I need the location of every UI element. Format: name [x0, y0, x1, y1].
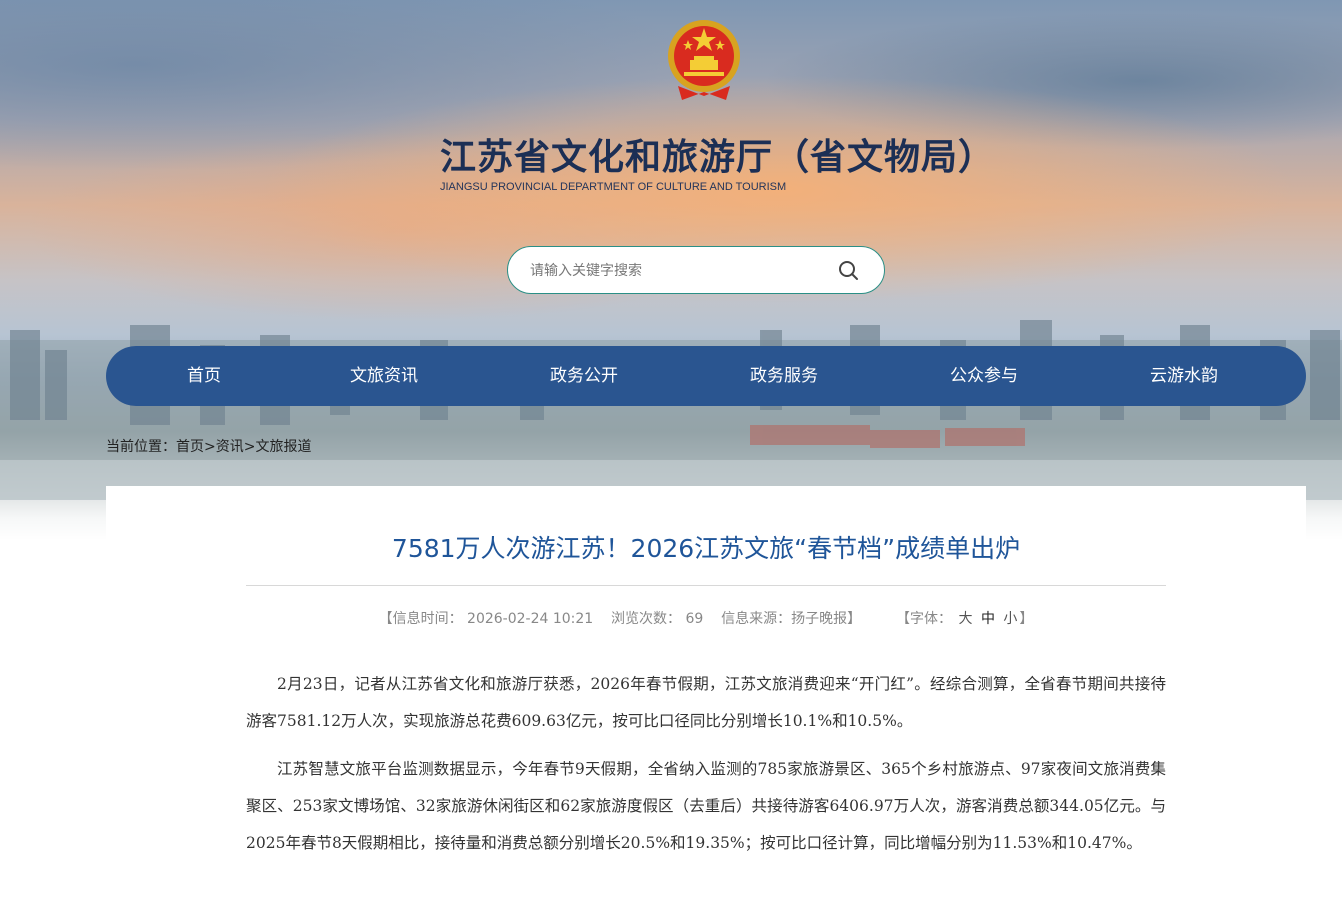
meta-font-label: 【字体： — [896, 611, 953, 627]
search-icon — [839, 261, 858, 280]
breadcrumb-tourism-reports[interactable]: 文旅报道 — [255, 439, 311, 455]
meta-views-label: 浏览次数： — [611, 611, 682, 627]
title-divider — [246, 585, 1166, 586]
meta-source-value: 扬子晚报 — [791, 611, 848, 627]
font-size-medium-button[interactable]: 中 — [981, 611, 995, 627]
site-title: 江苏省文化和旅游厅（省文物局） — [440, 137, 996, 178]
nav-item-government-affairs-open[interactable]: 政务公开 — [514, 364, 654, 388]
breadcrumb-separator: > — [243, 439, 256, 455]
nav-item-cloud-tour[interactable]: 云游水韵 — [1114, 364, 1254, 388]
nav-item-public-participation[interactable]: 公众参与 — [914, 364, 1054, 388]
article-paragraph: 江苏智慧文旅平台监测数据显示，今年春节9天假期，全省纳入监测的785家旅游景区、… — [246, 760, 1166, 852]
nav-item-culture-tourism-news[interactable]: 文旅资讯 — [314, 364, 454, 388]
meta-views-value: 69 — [685, 611, 704, 627]
meta-time-value: 2026-02-24 10:21 — [467, 611, 594, 627]
site-subtitle: JIANGSU PROVINCIAL DEPARTMENT OF CULTURE… — [440, 181, 787, 193]
article-title: 7581万人次游江苏！2026江苏文旅“春节档”成绩单出炉 — [391, 534, 1021, 563]
search-input[interactable] — [528, 256, 832, 286]
main-nav: 首页 文旅资讯 政务公开 政务服务 公众参与 云游水韵 — [106, 346, 1306, 406]
breadcrumb-prefix: 当前位置： — [106, 439, 176, 455]
breadcrumb-news[interactable]: 资讯 — [216, 439, 244, 455]
national-emblem-icon — [668, 20, 740, 100]
meta-source-label: 信息来源： — [721, 611, 792, 627]
font-size-large-button[interactable]: 大 — [958, 611, 972, 627]
font-size-small-button[interactable]: 小 — [1003, 611, 1017, 627]
breadcrumb-separator: > — [204, 439, 216, 455]
breadcrumb: 当前位置：首页>资讯>文旅报道 — [106, 436, 311, 456]
header-banner: 江苏省文化和旅游厅（省文物局） JIANGSU PROVINCIAL DEPAR… — [0, 0, 1342, 540]
breadcrumb-home[interactable]: 首页 — [176, 439, 204, 455]
nav-item-government-services[interactable]: 政务服务 — [714, 364, 854, 388]
search-bar — [507, 246, 885, 294]
meta-font-close: 】 — [1019, 611, 1034, 627]
article-paragraph: 2月23日，记者从江苏省文化和旅游厅获悉，2026年春节假期，江苏文旅消费迎来“… — [246, 675, 1166, 730]
article-card: 7581万人次游江苏！2026江苏文旅“春节档”成绩单出炉 【信息时间： 202… — [106, 486, 1306, 902]
nav-item-home[interactable]: 首页 — [134, 364, 274, 388]
meta-time-label: 【信息时间： — [378, 611, 463, 627]
article-meta: 【信息时间： 2026-02-24 10:21 浏览次数： 69 信息来源：扬子… — [246, 608, 1166, 628]
meta-source-close: 】 — [847, 611, 862, 627]
search-button[interactable] — [836, 258, 862, 284]
